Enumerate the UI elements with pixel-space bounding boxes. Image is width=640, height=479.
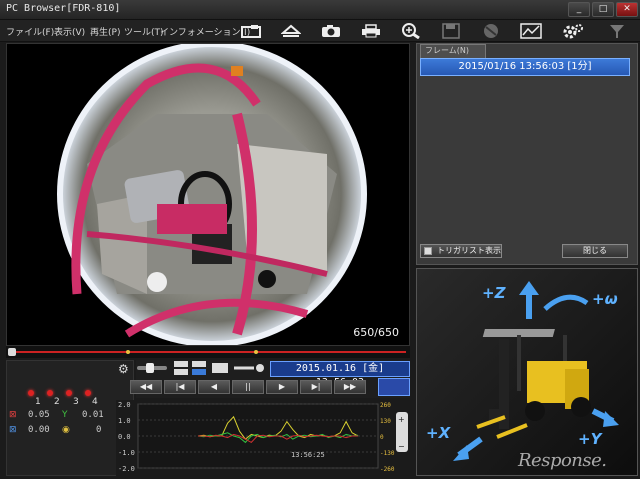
play-button[interactable]: ▶ <box>266 380 298 394</box>
graph-right-tick: -130 <box>380 450 395 457</box>
graph-zoom-in: + <box>398 415 405 424</box>
led-label-1: 1 <box>35 397 41 407</box>
trigger-list-toggle[interactable]: トリガリスト表示 <box>420 244 502 258</box>
menu-bar: ファイル(F) 表示(V) 再生(P) ツール(T) インフォメーション(I) <box>0 20 640 42</box>
graph-right-tick: 260 <box>380 402 391 409</box>
skip-back-button[interactable]: |◀ <box>164 380 196 394</box>
graph-y-tick: 2.0 <box>118 401 131 409</box>
window-title: PC Browser[FDR-810] <box>6 3 121 14</box>
trigger-list-checkbox[interactable] <box>424 247 432 255</box>
sensor-panel <box>6 360 134 476</box>
graph-right-tick: 130 <box>380 418 391 425</box>
sensor-value-1: 0.05 <box>28 410 50 420</box>
eject-icon[interactable] <box>278 22 304 40</box>
led-1 <box>28 390 34 396</box>
led-label-4: 4 <box>92 397 98 407</box>
axis-label-z: +Z <box>482 284 506 302</box>
close-button[interactable]: 閉じる <box>562 244 628 258</box>
gyro-icon: ◉ <box>62 425 70 435</box>
frame-counter: 650/650 <box>353 326 399 339</box>
led-4 <box>85 390 91 396</box>
step-back-button[interactable]: ◀ <box>198 380 230 394</box>
graph-y-tick: 0.0 <box>118 433 131 441</box>
title-bar: PC Browser[FDR-810] _ □ ✕ <box>0 0 640 20</box>
sensor-value-4: 0 <box>96 425 102 435</box>
minimize-button[interactable]: _ <box>568 2 590 17</box>
sensor-value-2: 0.01 <box>82 410 104 420</box>
timeline-slider[interactable] <box>6 346 410 358</box>
watermark: Response. <box>518 450 607 471</box>
gear-icon[interactable]: ⚙ <box>118 362 129 376</box>
skip-forward-button[interactable]: ▶| <box>300 380 332 394</box>
graph-y-tick: -2.0 <box>118 465 135 473</box>
led-label-2: 2 <box>54 397 60 407</box>
z-axis-icon: ⊠ <box>9 425 17 435</box>
fast-rewind-button[interactable]: ◀◀ <box>130 380 162 394</box>
video-view[interactable]: 650/650 <box>6 43 410 346</box>
axis-label-omega: +ω <box>592 290 618 308</box>
filter-icon[interactable] <box>604 22 630 40</box>
graph-y-tick: -1.0 <box>118 449 135 457</box>
map-icon[interactable] <box>518 22 544 40</box>
speed-slider-knob[interactable] <box>146 363 154 373</box>
timeline-track <box>10 351 406 353</box>
sensor-graph: 2.0 1.0 0.0 -1.0 -2.0 260 130 0 -130 -260 13:56:… <box>116 400 416 476</box>
marker-button[interactable] <box>378 378 410 396</box>
settings-icon[interactable] <box>560 22 586 40</box>
save-icon[interactable] <box>438 22 464 40</box>
open-folder-icon[interactable] <box>238 22 264 40</box>
menu-view[interactable]: 表示(V) <box>54 25 85 38</box>
timeline-marker <box>126 350 130 354</box>
timeline-handle[interactable] <box>8 348 16 356</box>
fast-forward-button[interactable]: ▶▶ <box>334 380 366 394</box>
graph-y-tick: 1.0 <box>118 417 131 425</box>
graph-right-tick: 0 <box>380 434 384 441</box>
print-icon[interactable] <box>358 22 384 40</box>
graph-time-label: 13:56:25 <box>291 451 325 459</box>
menu-file[interactable]: ファイル(F) <box>6 25 54 38</box>
fisheye-camera-image <box>7 44 409 345</box>
menu-play[interactable]: 再生(P) <box>90 25 120 38</box>
zoom-icon[interactable] <box>398 22 424 40</box>
camera-icon[interactable] <box>318 22 344 40</box>
menu-tools[interactable]: ツール(T) <box>124 25 164 38</box>
menu-info[interactable]: インフォメーション(I) <box>160 25 250 38</box>
x-axis-icon: ⊠ <box>9 410 17 420</box>
timeline-marker <box>254 350 258 354</box>
graph-right-tick: -260 <box>380 466 395 473</box>
maximize-button[interactable]: □ <box>592 2 614 17</box>
datetime-display: 2015.01.16 [金] 13:56:03 <box>270 361 410 388</box>
sensor-graph-svg: 2.0 1.0 0.0 -1.0 -2.0 260 130 0 -130 -260 13:56:… <box>118 401 408 473</box>
tab-frame[interactable]: フレーム(N) <box>420 44 486 58</box>
trigger-list-item[interactable]: 2015/01/16 13:56:03 [1分] <box>420 58 630 76</box>
y-axis-icon: Y <box>62 410 68 420</box>
led-2 <box>47 390 53 396</box>
trigger-list-panel <box>416 43 638 265</box>
led-3 <box>66 390 72 396</box>
axis-label-y: +Y <box>578 430 602 448</box>
pause-button[interactable]: || <box>232 380 264 394</box>
sensor-value-3: 0.00 <box>28 425 50 435</box>
close-window-button[interactable]: ✕ <box>616 2 638 17</box>
graph-zoom-out: − <box>398 442 405 451</box>
led-label-3: 3 <box>73 397 79 407</box>
axis-label-x: +X <box>426 424 451 442</box>
view-mode-icons <box>174 361 264 375</box>
disabled-icon[interactable] <box>478 22 504 40</box>
